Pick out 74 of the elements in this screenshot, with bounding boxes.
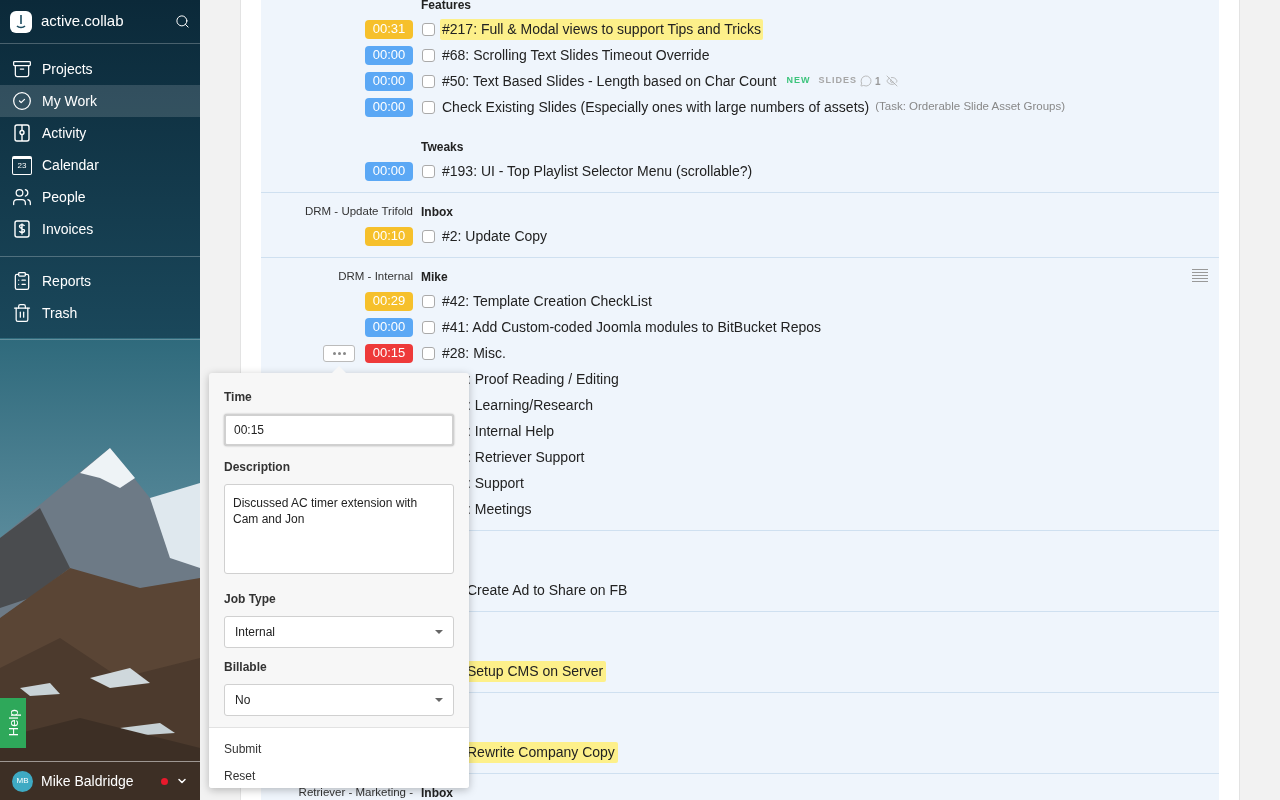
task-title[interactable]: Check Existing Slides (Especially ones with large numbers of assets) bbox=[440, 96, 872, 118]
task-checkbox[interactable] bbox=[422, 48, 435, 62]
search-icon[interactable] bbox=[175, 14, 190, 29]
group-heading: Inbox bbox=[421, 785, 453, 800]
description-field[interactable]: Discussed AC timer extension with Cam and Jon bbox=[224, 484, 454, 574]
dollar-icon bbox=[12, 219, 32, 239]
calendar-icon: 23 bbox=[12, 155, 32, 175]
check-circle-icon bbox=[12, 91, 32, 111]
nav-item[interactable]: Reports bbox=[0, 265, 200, 297]
field-label: Description bbox=[224, 459, 291, 476]
group-heading: Mike bbox=[421, 269, 448, 286]
task-title[interactable]: : Learning/Research bbox=[467, 394, 597, 416]
clipboard-icon bbox=[12, 271, 32, 291]
task-note: (Task: Orderable Slide Asset Groups) bbox=[875, 99, 1066, 115]
logo-icon bbox=[10, 10, 32, 33]
field-label: Time bbox=[224, 389, 253, 406]
task-label: NEW bbox=[786, 74, 811, 88]
task-checkbox[interactable] bbox=[422, 294, 435, 308]
user-name[interactable]: Mike Baldridge bbox=[41, 770, 153, 792]
task-title[interactable]: Create Ad to Share on FB bbox=[467, 579, 631, 601]
task-checkbox[interactable] bbox=[422, 22, 435, 36]
field-label: Billable bbox=[224, 659, 268, 676]
project-name[interactable]: DRM - Update Trifold bbox=[305, 203, 413, 221]
task-title[interactable]: #50: Text Based Slides - Length based on Char Count bbox=[440, 70, 779, 92]
popover-action[interactable]: Reset bbox=[224, 767, 256, 785]
task-checkbox[interactable] bbox=[422, 320, 435, 334]
job-type-select[interactable]: Internal bbox=[224, 616, 454, 648]
task-checkbox[interactable] bbox=[422, 100, 435, 114]
group-heading: Features bbox=[421, 0, 472, 14]
task-title[interactable]: : Retriever Support bbox=[467, 446, 588, 468]
time-field[interactable]: 00:15 bbox=[224, 414, 454, 446]
group-heading: Inbox bbox=[421, 204, 453, 221]
nav-item[interactable]: Activity bbox=[0, 117, 200, 149]
task-checkbox[interactable] bbox=[422, 164, 435, 178]
popover-action[interactable]: Submit bbox=[224, 740, 262, 758]
nav-item[interactable]: My Work bbox=[0, 85, 200, 117]
task-title[interactable]: #28: Misc. bbox=[440, 342, 508, 364]
project-name[interactable]: Retriever - Marketing - bbox=[298, 784, 413, 800]
more-options-button[interactable] bbox=[323, 345, 355, 362]
nav-item[interactable]: Projects bbox=[0, 53, 200, 85]
task-title[interactable]: #42: Template Creation CheckList bbox=[440, 290, 654, 312]
task-title[interactable]: : Meetings bbox=[467, 498, 535, 520]
archive-icon bbox=[12, 59, 32, 79]
task-checkbox[interactable] bbox=[422, 229, 435, 243]
nav-item[interactable]: Invoices bbox=[0, 213, 200, 245]
activity-icon bbox=[12, 123, 32, 143]
nav-item[interactable]: Trash bbox=[0, 297, 200, 329]
task-title[interactable]: #217: Full & Modal views to support Tips and Tricks bbox=[440, 18, 764, 40]
comment-icon bbox=[859, 75, 872, 87]
caret-icon bbox=[435, 698, 443, 702]
caret-icon bbox=[435, 630, 443, 634]
billable-select[interactable]: No bbox=[224, 684, 454, 716]
task-checkbox[interactable] bbox=[422, 346, 435, 360]
task-title[interactable]: : Support bbox=[467, 472, 527, 494]
trash-icon bbox=[12, 303, 32, 323]
task-checkbox[interactable] bbox=[422, 74, 435, 88]
task-title[interactable]: : Internal Help bbox=[467, 420, 558, 442]
task-label: SLIDES bbox=[818, 74, 857, 88]
task-title[interactable]: #68: Scrolling Text Slides Timeout Override bbox=[440, 44, 712, 66]
list-view-icon[interactable] bbox=[1192, 269, 1208, 283]
task-title[interactable]: Setup CMS on Server bbox=[467, 660, 607, 682]
nav-item[interactable]: People bbox=[0, 181, 200, 213]
project-name[interactable]: DRM - Internal bbox=[338, 268, 413, 286]
brand-name: active.collab bbox=[41, 11, 125, 32]
task-title[interactable]: : Proof Reading / Editing bbox=[467, 368, 622, 390]
task-title[interactable]: #193: UI - Top Playlist Selector Menu (scrollable?) bbox=[440, 160, 755, 182]
task-title[interactable]: #2: Update Copy bbox=[440, 225, 550, 247]
nav-item[interactable]: 23 Calendar bbox=[0, 149, 200, 181]
field-label: Job Type bbox=[224, 591, 277, 608]
people-icon bbox=[12, 187, 32, 207]
group-heading: Tweaks bbox=[421, 139, 464, 156]
task-title[interactable]: #41: Add Custom-coded Joomla modules to BitBucket Repos bbox=[440, 316, 823, 338]
comment-count: 1 bbox=[874, 74, 881, 89]
timer-badge[interactable]: 00:15 bbox=[365, 343, 413, 363]
